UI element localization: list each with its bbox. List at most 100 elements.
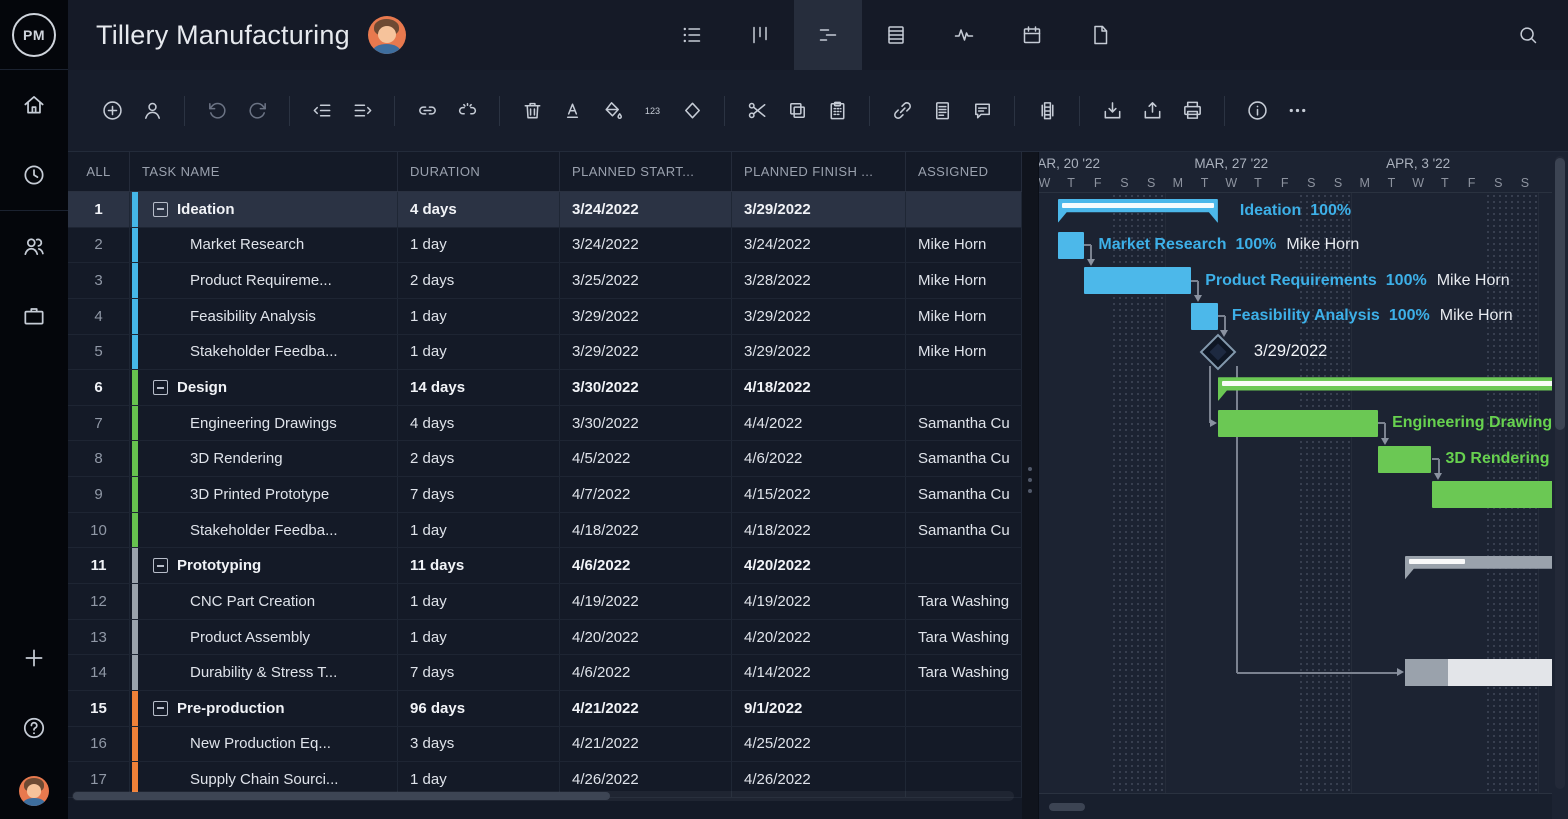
planned-start-cell[interactable]: 3/25/2022 [560,263,732,298]
assigned-cell[interactable]: Samantha Cu [906,477,1022,512]
gantt-task-bar[interactable] [1084,267,1191,294]
planned-finish-cell[interactable]: 4/15/2022 [732,477,906,512]
view-tab-gantt[interactable] [794,0,862,70]
cut-button[interactable] [737,91,777,131]
planned-start-cell[interactable]: 4/21/2022 [560,727,732,762]
planned-start-cell[interactable]: 3/24/2022 [560,192,732,227]
task-name-cell[interactable]: New Production Eq... [130,727,398,762]
project-owner-avatar[interactable] [368,16,406,54]
planned-start-cell[interactable]: 3/30/2022 [560,370,732,405]
assigned-cell[interactable] [906,192,1022,227]
task-name-cell[interactable]: Market Research [130,228,398,263]
duration-cell[interactable]: 96 days [398,691,560,726]
duration-cell[interactable]: 7 days [398,655,560,690]
columns-button[interactable] [1027,91,1067,131]
collapse-icon[interactable] [153,701,168,716]
task-name-cell[interactable]: Pre-production [130,691,398,726]
planned-finish-cell[interactable]: 3/29/2022 [732,335,906,370]
table-row[interactable]: 7Engineering Drawings4 days3/30/20224/4/… [68,406,1022,442]
planned-start-cell[interactable]: 4/6/2022 [560,655,732,690]
sidebar-team-button[interactable] [0,211,68,281]
attachment-button[interactable] [882,91,922,131]
view-tab-calendar[interactable] [998,0,1066,70]
table-row[interactable]: 15Pre-production96 days4/21/20229/1/2022 [68,691,1022,727]
notes-button[interactable] [922,91,962,131]
planned-finish-cell[interactable]: 4/20/2022 [732,620,906,655]
table-row[interactable]: 83D Rendering2 days4/5/20224/6/2022Saman… [68,441,1022,477]
planned-finish-cell[interactable]: 4/19/2022 [732,584,906,619]
sidebar-portfolio-button[interactable] [0,281,68,351]
table-row[interactable]: 3Product Requireme...2 days3/25/20223/28… [68,263,1022,299]
sidebar-home-button[interactable] [0,70,68,140]
redo-button[interactable] [237,91,277,131]
duration-cell[interactable]: 2 days [398,441,560,476]
column-header-num[interactable]: ALL [68,152,130,191]
planned-finish-cell[interactable]: 4/6/2022 [732,441,906,476]
assigned-cell[interactable]: Mike Horn [906,228,1022,263]
undo-button[interactable] [197,91,237,131]
table-row[interactable]: 6Design14 days3/30/20224/18/2022 [68,370,1022,406]
task-name-cell[interactable]: Stakeholder Feedba... [130,513,398,548]
planned-finish-cell[interactable]: 9/1/2022 [732,691,906,726]
export-button[interactable] [1132,91,1172,131]
assigned-cell[interactable]: Mike Horn [906,335,1022,370]
column-header-name[interactable]: TASK NAME [130,152,398,191]
gantt-task-bar[interactable] [1218,410,1378,437]
duration-cell[interactable]: 1 day [398,335,560,370]
gantt-milestone[interactable] [1200,334,1237,371]
assigned-cell[interactable] [906,370,1022,405]
view-tab-task-list[interactable] [658,0,726,70]
copy-button[interactable] [777,91,817,131]
assigned-cell[interactable]: Tara Washing [906,584,1022,619]
planned-finish-cell[interactable]: 4/25/2022 [732,727,906,762]
task-name-cell[interactable]: Feasibility Analysis [130,299,398,334]
duration-cell[interactable]: 7 days [398,477,560,512]
table-row[interactable]: 4Feasibility Analysis1 day3/29/20223/29/… [68,299,1022,335]
sidebar-plus-button[interactable] [0,623,68,693]
task-name-cell[interactable]: Product Assembly [130,620,398,655]
import-button[interactable] [1092,91,1132,131]
duration-cell[interactable]: 1 day [398,620,560,655]
planned-start-cell[interactable]: 4/5/2022 [560,441,732,476]
table-row[interactable]: 12CNC Part Creation1 day4/19/20224/19/20… [68,584,1022,620]
planned-finish-cell[interactable]: 4/14/2022 [732,655,906,690]
duration-cell[interactable]: 1 day [398,299,560,334]
more-button[interactable] [1277,91,1317,131]
splitter-drag-handle-icon[interactable] [1028,467,1032,493]
task-name-cell[interactable]: 3D Rendering [130,441,398,476]
planned-finish-cell[interactable]: 3/29/2022 [732,192,906,227]
table-row[interactable]: 16New Production Eq...3 days4/21/20224/2… [68,727,1022,763]
fill-color-button[interactable] [592,91,632,131]
app-logo[interactable]: PM [0,0,68,70]
planned-start-cell[interactable]: 3/29/2022 [560,299,732,334]
duration-cell[interactable]: 1 day [398,513,560,548]
table-row[interactable]: 10Stakeholder Feedba...1 day4/18/20224/1… [68,513,1022,549]
planned-start-cell[interactable]: 4/6/2022 [560,548,732,583]
gantt-task-bar[interactable] [1191,303,1218,330]
add-task-button[interactable] [92,91,132,131]
view-tab-board[interactable] [726,0,794,70]
indent-button[interactable] [342,91,382,131]
table-horizontal-scrollbar[interactable] [72,791,1014,801]
planned-start-cell[interactable]: 3/30/2022 [560,406,732,441]
planned-start-cell[interactable]: 4/20/2022 [560,620,732,655]
assigned-cell[interactable]: Samantha Cu [906,441,1022,476]
planned-finish-cell[interactable]: 4/4/2022 [732,406,906,441]
view-tab-sheet[interactable] [862,0,930,70]
outdent-button[interactable] [302,91,342,131]
pane-splitter[interactable] [1022,152,1038,819]
duration-cell[interactable]: 4 days [398,406,560,441]
table-row[interactable]: 13Product Assembly1 day4/20/20224/20/202… [68,620,1022,656]
assigned-cell[interactable]: Samantha Cu [906,406,1022,441]
assigned-cell[interactable]: Tara Washing [906,620,1022,655]
assigned-cell[interactable]: Mike Horn [906,263,1022,298]
info-button[interactable] [1237,91,1277,131]
milestone-button[interactable] [672,91,712,131]
planned-start-cell[interactable]: 3/29/2022 [560,335,732,370]
assigned-cell[interactable]: Tara Washing [906,655,1022,690]
table-row[interactable]: 1Ideation4 days3/24/20223/29/2022 [68,192,1022,228]
table-row[interactable]: 5Stakeholder Feedba...1 day3/29/20223/29… [68,335,1022,371]
unlink-button[interactable] [447,91,487,131]
sidebar-help-button[interactable] [0,693,68,763]
assigned-cell[interactable] [906,727,1022,762]
